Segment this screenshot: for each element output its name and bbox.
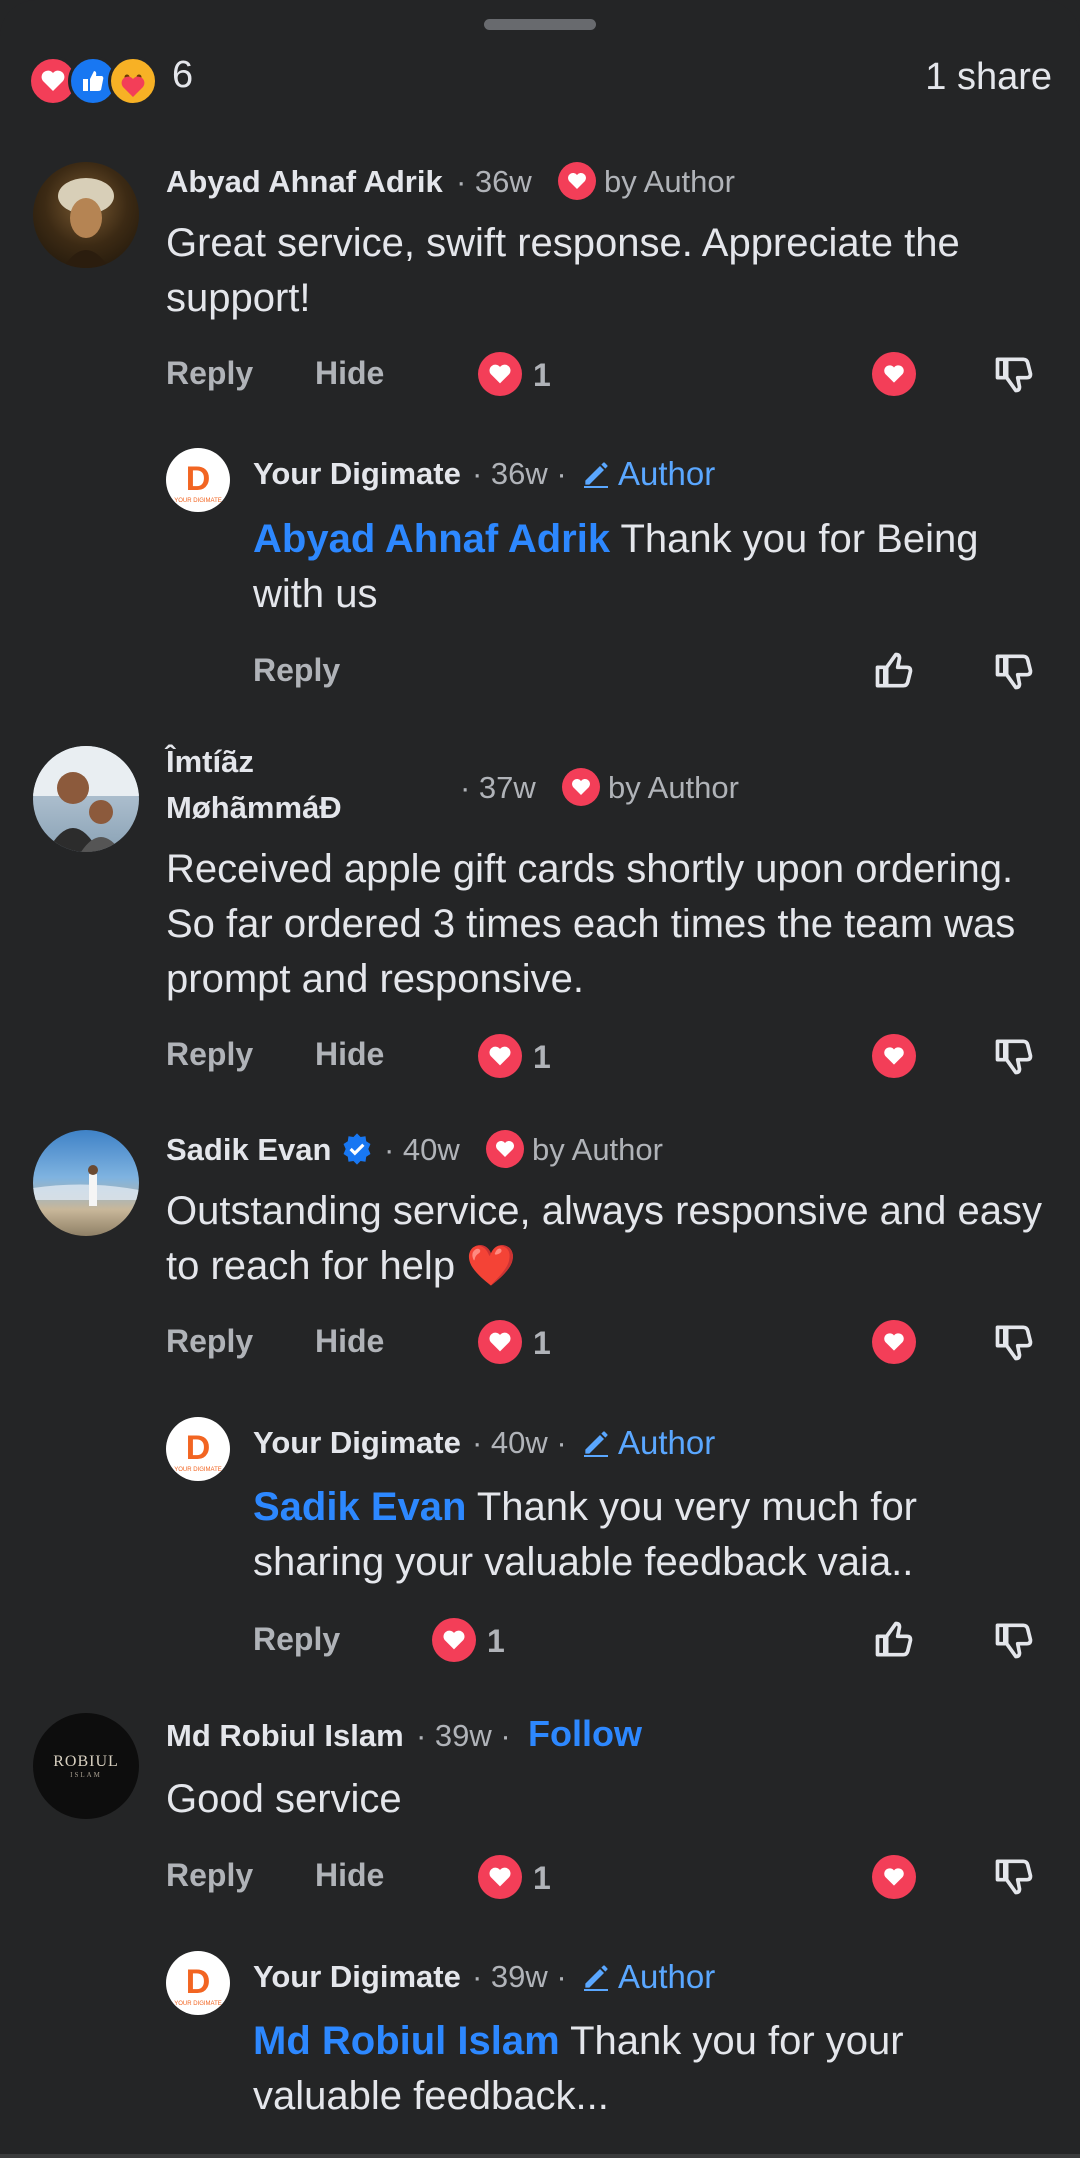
- love-react-button[interactable]: [872, 1855, 916, 1899]
- dislike-icon[interactable]: [990, 1318, 1038, 1366]
- comment-time[interactable]: · 36w ·: [472, 456, 567, 492]
- love-react-button[interactable]: [872, 1034, 916, 1078]
- love-icon[interactable]: [478, 1855, 522, 1899]
- love-react-button[interactable]: [872, 352, 916, 396]
- reaction-count[interactable]: 1: [533, 1325, 551, 1362]
- svg-text:YOUR DIGIMATE: YOUR DIGIMATE: [174, 1467, 222, 1473]
- comment-text: Outstanding service, always responsive a…: [166, 1184, 1046, 1294]
- reaction-count[interactable]: 1: [533, 1039, 551, 1076]
- dislike-icon[interactable]: [990, 1032, 1038, 1080]
- comment-text: Md Robiul Islam Thank you for your valua…: [253, 2014, 1053, 2124]
- digimate-logo-avatar[interactable]: D YOUR DIGIMATE: [166, 448, 230, 512]
- love-icon[interactable]: [478, 352, 522, 396]
- love-icon[interactable]: [478, 1034, 522, 1078]
- svg-text:D: D: [186, 460, 211, 498]
- commenter-name-line2[interactable]: MøhãmmáĐ: [166, 790, 342, 826]
- avatar[interactable]: [33, 746, 139, 852]
- author-heart-icon: [558, 162, 596, 200]
- mention-link[interactable]: Md Robiul Islam: [253, 2019, 560, 2063]
- commenter-name[interactable]: Sadik Evan: [166, 1132, 331, 1168]
- love-icon[interactable]: [432, 1618, 476, 1662]
- comment-time[interactable]: · 40w: [384, 1132, 460, 1168]
- avatar[interactable]: ROBIUL ISLAM: [33, 1713, 139, 1819]
- reply-button[interactable]: Reply: [166, 1857, 253, 1894]
- dislike-icon[interactable]: [990, 1616, 1038, 1664]
- comment-text: Great service, swift response. Appreciat…: [166, 221, 960, 320]
- svg-text:YOUR DIGIMATE: YOUR DIGIMATE: [174, 2001, 222, 2007]
- dislike-icon[interactable]: [990, 1852, 1038, 1900]
- digimate-logo-avatar[interactable]: D YOUR DIGIMATE: [166, 1417, 230, 1481]
- bottom-divider: [0, 2154, 1080, 2158]
- sheet-drag-handle[interactable]: [484, 19, 596, 30]
- mention-link[interactable]: Abyad Ahnaf Adrik: [253, 517, 610, 561]
- love-icon[interactable]: [478, 1320, 522, 1364]
- comment-text: Received apple gift cards shortly upon o…: [166, 847, 1016, 1001]
- reply-button[interactable]: Reply: [166, 1036, 253, 1073]
- author-tag: Author: [618, 1424, 716, 1461]
- comment-time[interactable]: · 39w ·: [416, 1718, 511, 1754]
- hide-button[interactable]: Hide: [315, 1323, 384, 1360]
- comment-time[interactable]: · 40w ·: [472, 1425, 567, 1461]
- pencil-icon: [584, 1431, 608, 1457]
- share-count[interactable]: 1 share: [925, 56, 1052, 99]
- reaction-count[interactable]: 1: [533, 357, 551, 394]
- mention-link[interactable]: Sadik Evan: [253, 1485, 466, 1529]
- reply-button[interactable]: Reply: [253, 652, 340, 689]
- comment-text-content: Outstanding service, always responsive a…: [166, 1189, 1043, 1288]
- avatar[interactable]: [33, 1130, 139, 1236]
- comment-time[interactable]: · 36w: [456, 164, 532, 200]
- pencil-icon: [584, 462, 608, 488]
- reaction-count[interactable]: 6: [172, 54, 193, 97]
- reaction-icons[interactable]: [28, 56, 168, 106]
- reply-button[interactable]: Reply: [166, 355, 253, 392]
- care-icon: [108, 56, 158, 106]
- hide-button[interactable]: Hide: [315, 1036, 384, 1073]
- commenter-name-line1[interactable]: Îmtíãz: [166, 744, 254, 780]
- svg-text:D: D: [186, 1963, 211, 2001]
- comment-time[interactable]: · 37w: [460, 770, 536, 806]
- liked-by-author-badge: by Author: [604, 164, 735, 199]
- like-icon[interactable]: [870, 647, 918, 695]
- avatar-text: ROBIUL: [53, 1753, 119, 1770]
- commenter-name[interactable]: Your Digimate: [253, 1425, 461, 1461]
- commenter-name[interactable]: Your Digimate: [253, 1959, 461, 1995]
- reply-button[interactable]: Reply: [166, 1323, 253, 1360]
- hide-button[interactable]: Hide: [315, 1857, 384, 1894]
- avatar-subtext: ISLAM: [70, 1771, 102, 1779]
- reaction-count[interactable]: 1: [533, 1860, 551, 1897]
- verified-badge-icon: [343, 1133, 371, 1165]
- author-heart-icon: [562, 768, 600, 806]
- commenter-name[interactable]: Your Digimate: [253, 456, 461, 492]
- comment-text: Abyad Ahnaf Adrik Thank you for Being wi…: [253, 512, 1053, 622]
- pencil-icon: [584, 1965, 608, 1991]
- digimate-logo-avatar[interactable]: D YOUR DIGIMATE: [166, 1951, 230, 2015]
- dislike-icon[interactable]: [990, 350, 1038, 398]
- avatar[interactable]: [33, 162, 139, 268]
- author-heart-icon: [486, 1130, 524, 1168]
- reply-button[interactable]: Reply: [253, 1621, 340, 1658]
- dislike-icon[interactable]: [990, 647, 1038, 695]
- reactions-summary: 6 1 share: [28, 52, 1052, 108]
- follow-button[interactable]: Follow: [528, 1713, 642, 1755]
- comment-time[interactable]: · 39w ·: [472, 1959, 567, 1995]
- commenter-name[interactable]: Md Robiul Islam: [166, 1718, 404, 1754]
- comments-sheet: 6 1 share Abyad Ahnaf Adrik · 36w by Aut…: [0, 0, 1080, 2158]
- author-tag: Author: [618, 455, 716, 492]
- hide-button[interactable]: Hide: [315, 355, 384, 392]
- svg-text:YOUR DIGIMATE: YOUR DIGIMATE: [174, 498, 222, 504]
- reaction-count[interactable]: 1: [487, 1623, 505, 1660]
- liked-by-author-badge: by Author: [532, 1132, 663, 1167]
- liked-by-author-badge: by Author: [608, 770, 739, 805]
- like-icon[interactable]: [870, 1616, 918, 1664]
- love-react-button[interactable]: [872, 1320, 916, 1364]
- commenter-name[interactable]: Abyad Ahnaf Adrik: [166, 164, 443, 200]
- comment-text: Good service: [166, 1777, 402, 1821]
- author-tag: Author: [618, 1958, 716, 1995]
- heart-emoji: ❤️: [466, 1244, 516, 1288]
- svg-text:D: D: [186, 1429, 211, 1467]
- comment-text: Sadik Evan Thank you very much for shari…: [253, 1480, 1053, 1590]
